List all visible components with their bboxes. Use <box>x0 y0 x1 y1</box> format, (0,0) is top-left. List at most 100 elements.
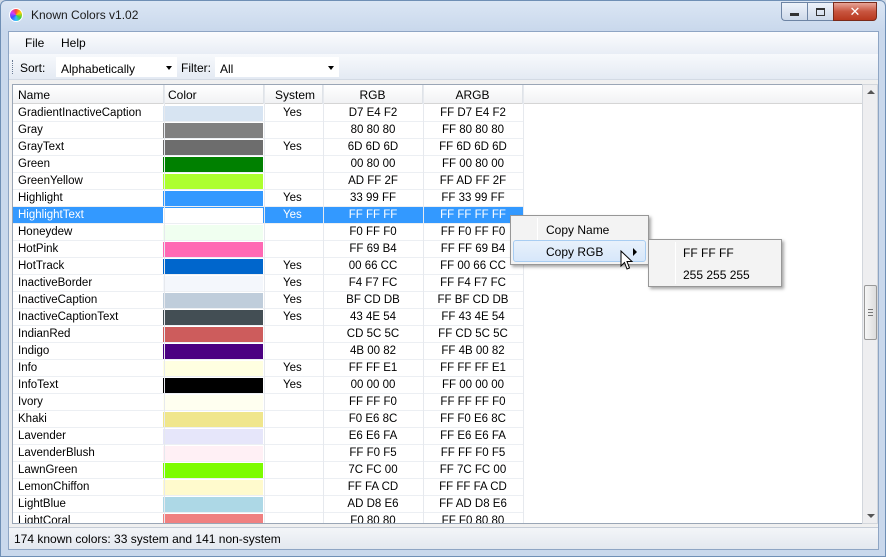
table-row-selected[interactable]: HighlightText Yes FF FF FF FF FF FF FF <box>13 207 523 224</box>
column-header-rgb[interactable]: RGB <box>323 85 423 104</box>
table-row[interactable]: InactiveBorder Yes F4 F7 FC FF F4 F7 FC <box>13 275 523 292</box>
grip-line <box>868 315 873 316</box>
cell-argb: FF 33 99 FF <box>441 192 505 204</box>
cell-argb: FF FF FF F0 <box>440 396 506 408</box>
cell-name: Gray <box>18 124 43 136</box>
color-swatch <box>163 208 263 223</box>
table-row[interactable]: Gray 80 80 80 FF 80 80 80 <box>13 122 523 139</box>
table-row[interactable]: GreenYellow AD FF 2F FF AD FF 2F <box>13 173 523 190</box>
color-swatch <box>163 378 263 393</box>
cell-rgb: FF FA CD <box>347 481 399 493</box>
menu-item-label: Copy RGB <box>546 245 604 259</box>
table-row[interactable]: HotTrack Yes 00 66 CC FF 00 66 CC <box>13 258 523 275</box>
column-divider <box>164 85 165 523</box>
cell-argb: FF BF CD DB <box>437 294 509 306</box>
cell-system: Yes <box>283 294 302 306</box>
maximize-button[interactable] <box>807 2 833 21</box>
menu-file[interactable]: File <box>25 36 44 50</box>
table-row[interactable]: Indigo 4B 00 82 FF 4B 00 82 <box>13 343 523 360</box>
cell-argb: FF AD FF 2F <box>439 175 507 187</box>
color-swatch <box>163 361 263 376</box>
table-row[interactable]: LightBlue AD D8 E6 FF AD D8 E6 <box>13 496 523 513</box>
table-row[interactable]: Honeydew F0 FF F0 FF F0 FF F0 <box>13 224 523 241</box>
cell-rgb: 33 99 FF <box>349 192 397 204</box>
cell-name: Highlight <box>18 192 63 204</box>
column-header-system[interactable]: System <box>264 85 323 104</box>
toolbar-grip[interactable] <box>12 60 15 74</box>
vertical-scrollbar[interactable] <box>862 84 878 524</box>
cell-rgb: F4 F7 FC <box>348 277 398 289</box>
cell-rgb: 00 80 00 <box>350 158 396 170</box>
cell-argb: FF F0 80 80 <box>441 515 505 524</box>
client-area: File Help Sort: Alphabetically Filter: A… <box>8 31 879 550</box>
cell-argb: FF FF F0 F5 <box>440 447 506 459</box>
submenu-item-decimal[interactable]: 255 255 255 <box>651 264 750 286</box>
cell-argb: FF 43 4E 54 <box>441 311 505 323</box>
cell-argb: FF 6D 6D 6D <box>439 141 507 153</box>
table-row[interactable]: GradientInactiveCaption Yes D7 E4 F2 FF D7 … <box>13 105 523 122</box>
cell-rgb: AD FF 2F <box>348 175 398 187</box>
cell-argb: FF D7 E4 F2 <box>440 107 506 119</box>
column-header-name[interactable]: Name <box>13 85 164 104</box>
scroll-down-icon[interactable] <box>867 514 875 518</box>
table-row[interactable]: LawnGreen 7C FC 00 FF 7C FC 00 <box>13 462 523 479</box>
chevron-down-icon <box>166 66 172 70</box>
cell-system: Yes <box>283 362 302 374</box>
filter-label: Filter: <box>181 61 211 75</box>
column-divider <box>264 85 265 523</box>
status-text: 174 known colors: 33 system and 141 non-… <box>14 532 281 546</box>
sort-value: Alphabetically <box>61 62 136 76</box>
color-swatch <box>163 327 263 342</box>
table-row[interactable]: GrayText Yes 6D 6D 6D FF 6D 6D 6D <box>13 139 523 156</box>
table-row[interactable]: Info Yes FF FF E1 FF FF FF E1 <box>13 360 523 377</box>
table-header: Name Color System RGB ARGB <box>13 85 863 104</box>
table-row[interactable]: LightCoral F0 80 80 FF F0 80 80 <box>13 513 523 524</box>
menu-bar: File Help <box>9 32 878 54</box>
cell-name: InactiveBorder <box>18 277 93 289</box>
table-row[interactable]: HotPink FF 69 B4 FF FF 69 B4 <box>13 241 523 258</box>
table-row[interactable]: LavenderBlush FF F0 F5 FF FF F0 F5 <box>13 445 523 462</box>
column-divider <box>423 85 424 523</box>
color-swatch <box>163 242 263 257</box>
table-row[interactable]: Ivory FF FF F0 FF FF FF F0 <box>13 394 523 411</box>
close-button[interactable]: ✕ <box>833 2 877 21</box>
table-row[interactable]: Khaki F0 E6 8C FF F0 E6 8C <box>13 411 523 428</box>
cell-argb: FF 00 66 CC <box>440 260 506 272</box>
cell-rgb: 4B 00 82 <box>349 345 397 357</box>
cell-name: GreenYellow <box>18 175 83 187</box>
title-bar[interactable]: Known Colors v1.02 ✕ <box>1 1 885 31</box>
scroll-up-icon[interactable] <box>867 90 875 94</box>
table-row[interactable]: Highlight Yes 33 99 FF FF 33 99 FF <box>13 190 523 207</box>
cell-name: LavenderBlush <box>18 447 95 459</box>
table-row[interactable]: Lavender E6 E6 FA FF E6 E6 FA <box>13 428 523 445</box>
color-swatch <box>163 412 263 427</box>
filter-combo[interactable]: All <box>215 57 339 77</box>
color-swatch <box>163 140 263 155</box>
color-swatch <box>163 310 263 325</box>
table-row[interactable]: IndianRed CD 5C 5C FF CD 5C 5C <box>13 326 523 343</box>
table-row[interactable]: InactiveCaption Yes BF CD DB FF BF CD DB <box>13 292 523 309</box>
cell-rgb: 80 80 80 <box>350 124 396 136</box>
colors-table[interactable]: Name Color System RGB ARGB GradientInact… <box>12 84 864 524</box>
submenu-item-hex[interactable]: FF FF FF <box>651 242 734 264</box>
table-row[interactable]: LemonChiffon FF FA CD FF FF FA CD <box>13 479 523 496</box>
cell-system: Yes <box>283 277 302 289</box>
cell-rgb: CD 5C 5C <box>346 328 400 340</box>
column-header-argb[interactable]: ARGB <box>423 85 523 104</box>
cell-rgb: AD D8 E6 <box>347 498 399 510</box>
minimize-button[interactable] <box>781 2 807 21</box>
filter-value: All <box>220 62 234 76</box>
scroll-thumb[interactable] <box>864 285 877 340</box>
cell-argb: FF FF FF E1 <box>440 362 506 374</box>
table-row[interactable]: Green 00 80 00 FF 00 80 00 <box>13 156 523 173</box>
cell-rgb: FF FF F0 <box>349 396 397 408</box>
cell-rgb: FF FF E1 <box>348 362 398 374</box>
table-row[interactable]: InactiveCaptionText Yes 43 4E 54 FF 43 4E 5… <box>13 309 523 326</box>
table-row[interactable]: InfoText Yes 00 00 00 FF 00 00 00 <box>13 377 523 394</box>
column-header-color[interactable]: Color <box>164 85 264 104</box>
menu-help[interactable]: Help <box>61 36 86 50</box>
cell-rgb: E6 E6 FA <box>348 430 398 442</box>
cell-name: GradientInactiveCaption <box>18 107 142 119</box>
menu-item-copy-name[interactable]: Copy Name <box>513 218 646 240</box>
sort-combo[interactable]: Alphabetically <box>56 57 177 77</box>
